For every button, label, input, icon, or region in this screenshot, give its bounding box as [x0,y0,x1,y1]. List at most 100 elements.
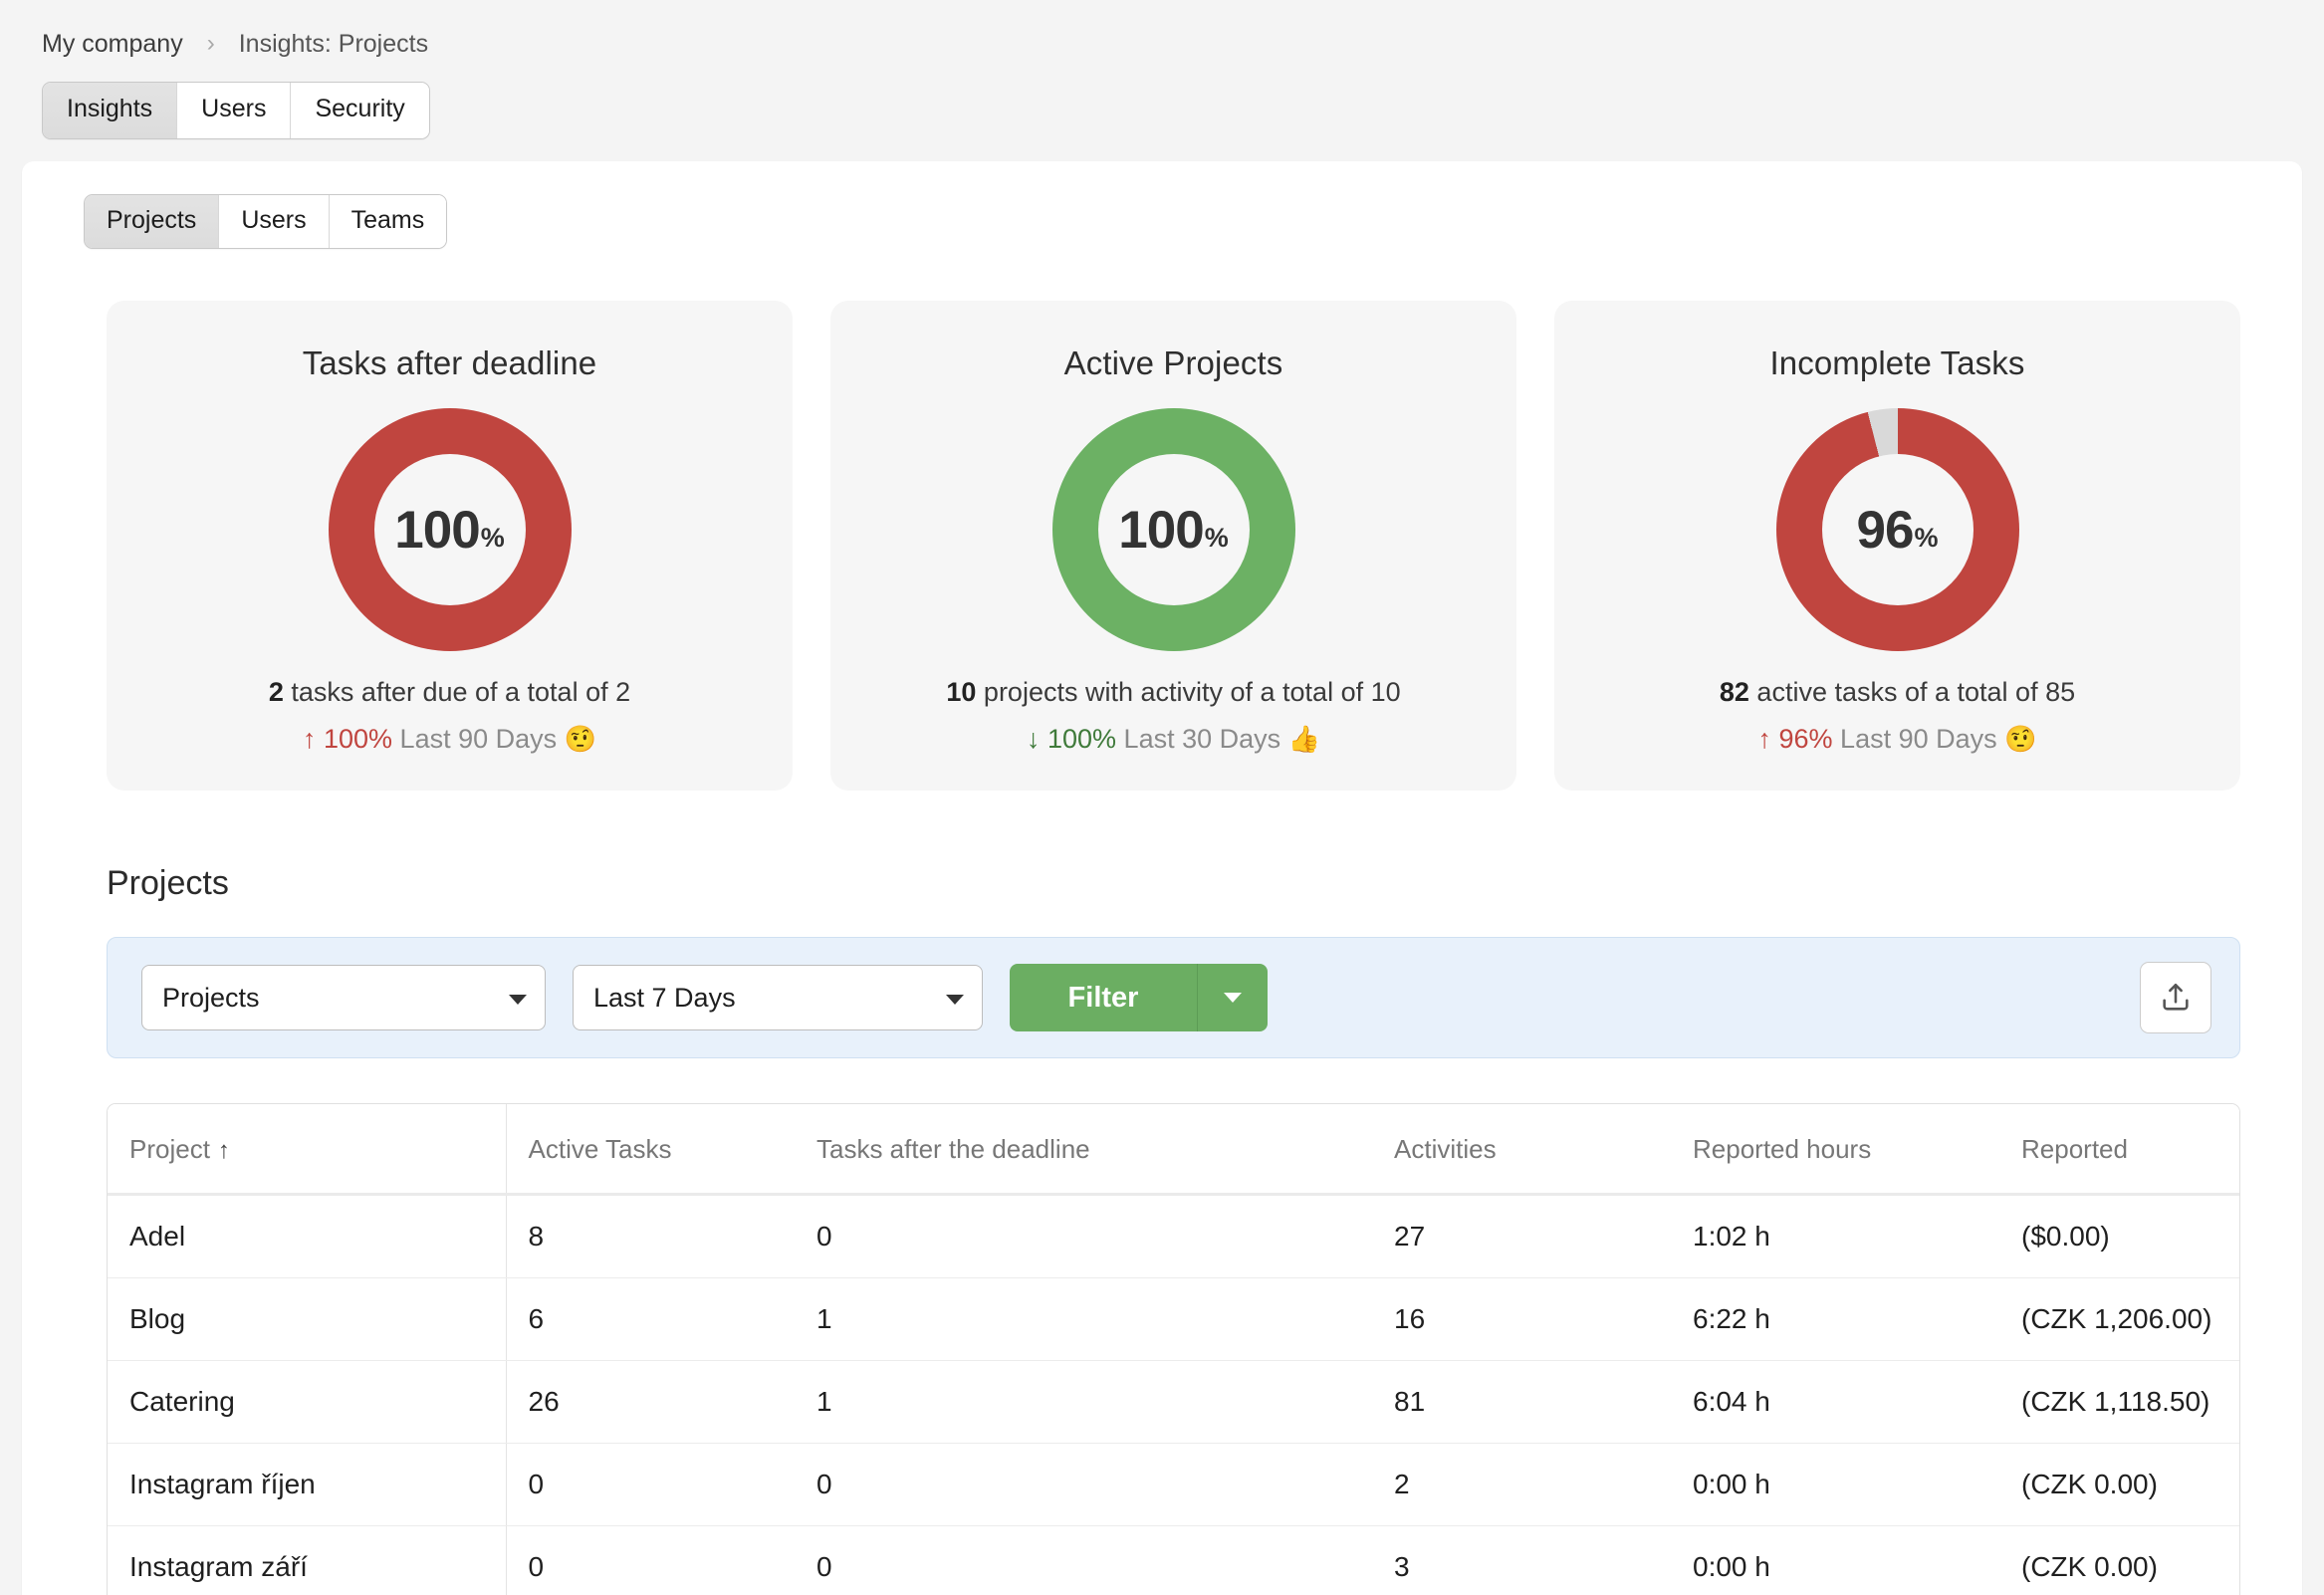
chevron-right-icon: › [206,30,215,57]
table-row[interactable]: Blog 6 1 16 6:22 h (CZK 1,206.00) [108,1277,2239,1361]
table-row[interactable]: Adel 8 0 27 1:02 h ($0.00) [108,1194,2239,1278]
donut-center: 96% [1821,454,1974,605]
donut-chart-tasks-after-deadline: 100% [328,408,572,651]
card-summary-text: tasks after due of a total of 2 [283,677,631,707]
metric-cards: Tasks after deadline 100% 2 tasks after … [22,249,2302,791]
cell-project: Blog [108,1277,507,1361]
column-header-active-tasks[interactable]: Active Tasks [506,1104,795,1196]
card-active-projects: Active Projects 100% 10 projects with ac… [830,301,1516,791]
cell-after-deadline: 0 [795,1443,1372,1526]
table-row[interactable]: Instagram říjen 0 0 2 0:00 h (CZK 0.00) [108,1443,2239,1526]
filter-button[interactable]: Filter [1010,964,1198,1031]
cell-project: Instagram září [108,1525,507,1595]
card-incomplete-tasks: Incomplete Tasks 96% 82 active tasks of … [1554,301,2240,791]
subtab-projects[interactable]: Projects [85,194,220,248]
cell-reported: ($0.00) [1999,1194,2239,1278]
cell-active-tasks: 26 [506,1360,795,1444]
card-trend: ↑ 96% Last 90 Days 🤨 [1574,724,2220,755]
column-header-reported[interactable]: Reported [1999,1104,2239,1196]
cell-after-deadline: 0 [795,1194,1372,1278]
subtab-teams[interactable]: Teams [329,194,447,248]
top-tab-group: Insights Users Security [42,82,430,139]
breadcrumb-current: Insights: Projects [238,29,429,58]
cell-reported-hours: 6:22 h [1671,1277,1999,1361]
cell-activities: 3 [1372,1525,1671,1595]
table-row[interactable]: Catering 26 1 81 6:04 h (CZK 1,118.50) [108,1360,2239,1444]
trend-emoji-icon: 👍 [1287,724,1321,754]
cell-project: Adel [108,1194,507,1278]
cell-after-deadline: 0 [795,1525,1372,1595]
cell-active-tasks: 8 [506,1194,795,1278]
period-select-value: Last 7 Days [593,982,736,1013]
sub-tab-group: Projects Users Teams [84,193,448,249]
table-row[interactable]: Instagram září 0 0 3 0:00 h (CZK 0.00) [108,1525,2239,1595]
donut-center: 100% [1097,454,1250,605]
trend-percent: 100% [323,724,393,754]
subtab-users[interactable]: Users [219,194,330,248]
donut-percent-value: 100 [394,500,480,560]
cell-active-tasks: 6 [506,1277,795,1361]
trend-arrow-icon: ↑ [1757,724,1771,754]
cell-project: Instagram říjen [108,1443,507,1526]
cell-reported-hours: 0:00 h [1671,1443,1999,1526]
column-header-label: Project [129,1134,210,1164]
table-body: Adel 8 0 27 1:02 h ($0.00) Blog 6 1 16 6… [108,1194,2239,1595]
card-summary: 10 projects with activity of a total of … [850,677,1497,708]
cell-activities: 81 [1372,1360,1671,1444]
cell-active-tasks: 0 [506,1525,795,1595]
donut-percent-value: 96 [1856,500,1915,560]
entity-select[interactable]: Projects [141,965,546,1030]
trend-arrow-icon: ↓ [1026,724,1041,754]
tab-security[interactable]: Security [291,83,429,138]
breadcrumb-company[interactable]: My company [42,30,183,59]
card-trend: ↑ 100% Last 90 Days 🤨 [126,724,773,755]
trend-period: Last 30 Days [1123,724,1281,754]
table-header-row: Project ↑ Active Tasks Tasks after the de… [108,1104,2239,1196]
period-select[interactable]: Last 7 Days [573,965,983,1030]
column-header-after-deadline[interactable]: Tasks after the deadline [795,1104,1372,1196]
trend-emoji-icon: 🤨 [564,724,597,754]
cell-activities: 27 [1372,1194,1671,1278]
trend-arrow-icon: ↑ [302,724,317,754]
column-header-reported-hours[interactable]: Reported hours [1671,1104,1999,1196]
tab-insights[interactable]: Insights [43,83,178,138]
donut-percent-value: 100 [1118,500,1204,560]
card-summary-value: 2 [268,677,284,707]
filter-button-group: Filter [1010,964,1268,1031]
filter-dropdown-button[interactable] [1198,964,1268,1031]
sub-tabbar: Projects Users Teams [22,193,2302,249]
cell-after-deadline: 1 [795,1360,1372,1444]
cell-activities: 2 [1372,1443,1671,1526]
trend-percent: 96% [1778,724,1833,754]
main-panel: Projects Users Teams Tasks after deadlin… [22,160,2302,1595]
card-tasks-after-deadline: Tasks after deadline 100% 2 tasks after … [107,301,793,791]
card-title: Active Projects [1063,344,1283,381]
donut-chart-incomplete-tasks: 96% [1775,408,2019,651]
card-summary-text: projects with activity of a total of 10 [976,677,1401,707]
cell-after-deadline: 1 [795,1277,1372,1361]
tab-users[interactable]: Users [177,83,292,138]
column-header-activities[interactable]: Activities [1372,1104,1671,1196]
chevron-down-icon [946,995,964,1005]
donut-center: 100% [373,454,526,605]
card-summary-value: 82 [1719,677,1749,707]
column-header-project[interactable]: Project ↑ [108,1104,507,1196]
card-summary: 82 active tasks of a total of 85 [1574,677,2220,708]
top-tabbar: Insights Users Security [0,66,2324,139]
export-icon [2163,983,2189,1011]
cell-reported-hours: 0:00 h [1671,1525,1999,1595]
trend-percent: 100% [1046,724,1117,754]
cell-reported: (CZK 1,118.50) [1999,1360,2239,1444]
projects-table: Project ↑ Active Tasks Tasks after the de… [107,1103,2240,1595]
section-title: Projects [107,864,229,902]
entity-select-value: Projects [162,982,260,1013]
donut-percent-symbol: % [1204,522,1229,553]
cell-reported-hours: 6:04 h [1671,1360,1999,1444]
export-button[interactable] [2140,962,2211,1033]
chevron-down-icon [1224,993,1242,1003]
donut-percent-symbol: % [480,522,505,553]
chevron-down-icon [509,995,527,1005]
card-summary: 2 tasks after due of a total of 2 [126,677,773,708]
cell-reported-hours: 1:02 h [1671,1194,1999,1278]
sort-ascending-icon: ↑ [217,1137,230,1164]
